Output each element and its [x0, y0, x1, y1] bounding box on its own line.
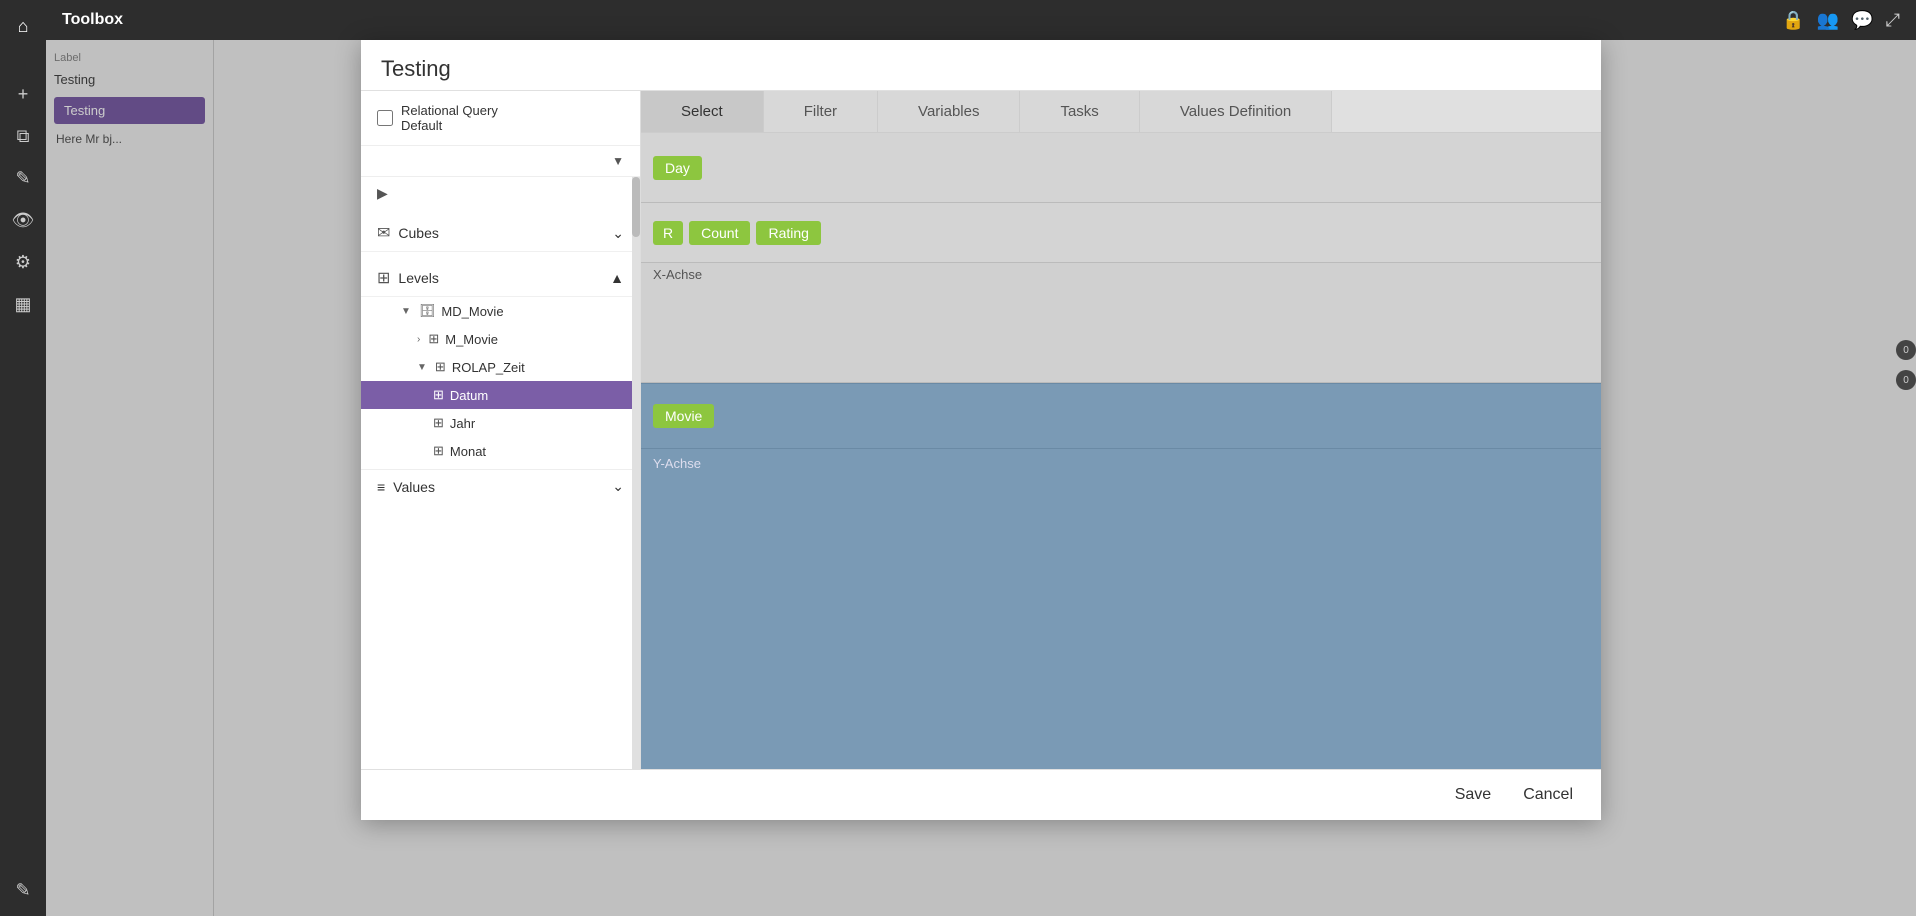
levels-section-header[interactable]: ⊞ Levels ▲ — [361, 260, 640, 297]
expand-icon[interactable]: ⤢ — [1886, 10, 1900, 31]
dialog-right-pane: Select Filter Variables Tasks — [641, 91, 1601, 769]
values-section-icon: ≡ — [377, 479, 385, 495]
left-arrow-row: ▶ — [361, 177, 640, 211]
sidebar-gear-icon[interactable]: ⚙ — [5, 244, 41, 280]
x-achse-zone: X-Achse — [641, 263, 1601, 383]
dialog-left-scroll[interactable]: ▶ ✉ Cubes ⌄ — [361, 177, 640, 769]
sidebar-chart-icon[interactable]: ▦ — [5, 286, 41, 322]
tab-select[interactable]: Select — [641, 91, 764, 132]
datum-icon: ⊞ — [433, 387, 444, 403]
m-movie-expand-icon: › — [417, 334, 420, 345]
sidebar-eye-icon[interactable]: 👁 — [5, 202, 41, 238]
values-expand-icon: ⌄ — [612, 478, 624, 495]
tree-item-rolap-zeit[interactable]: ▼ ⊞ ROLAP_Zeit — [361, 353, 640, 381]
bottom-area: Movie Y-Achse — [641, 383, 1601, 769]
tree-item-monat[interactable]: ⊞ Monat — [361, 437, 640, 465]
dialog-left-pane: Relational QueryDefault ▼ ▶ — [361, 91, 641, 769]
levels-section-title: ⊞ Levels — [377, 268, 439, 288]
m-movie-label: M_Movie — [445, 332, 498, 347]
day-chip[interactable]: Day — [653, 156, 702, 180]
monat-label: Monat — [450, 444, 486, 459]
lock-icon[interactable]: 🔒 — [1782, 10, 1804, 31]
scroll-thumb — [632, 177, 640, 237]
y-achse-zone: Y-Achse — [641, 449, 1601, 769]
relational-query-checkbox[interactable] — [377, 110, 393, 126]
values-section-header[interactable]: ≡ Values ⌄ — [361, 469, 640, 503]
scroll-track — [632, 177, 640, 769]
content-area: Day R Count Rating — [641, 133, 1601, 769]
tab-tasks[interactable]: Tasks — [1020, 91, 1139, 132]
jahr-label: Jahr — [450, 416, 475, 431]
app-title: Toolbox — [62, 11, 123, 29]
tree-item-jahr[interactable]: ⊞ Jahr — [361, 409, 640, 437]
cancel-button[interactable]: Cancel — [1515, 782, 1581, 808]
y-achse-label: Y-Achse — [653, 456, 701, 471]
chat-icon[interactable]: 💬 — [1851, 10, 1873, 31]
tabs-bar: Select Filter Variables Tasks — [641, 91, 1601, 133]
jahr-icon: ⊞ — [433, 415, 444, 431]
md-movie-db-icon: 🗄 — [419, 303, 436, 319]
m-movie-icon: ⊞ — [428, 331, 439, 347]
values-label: Values — [393, 479, 435, 495]
r-chip[interactable]: R — [653, 221, 683, 245]
cubes-section-title: ✉ Cubes — [377, 223, 439, 243]
dialog: Testing Relational QueryDefault — [361, 40, 1601, 820]
sidebar-add-icon[interactable]: + — [5, 76, 41, 112]
x-achse-label: X-Achse — [653, 267, 1589, 282]
dropdown-arrow-icon: ▼ — [612, 154, 624, 168]
cubes-icon: ✉ — [377, 223, 390, 243]
tab-variables[interactable]: Variables — [878, 91, 1020, 132]
top-bar: Toolbox 🔒 👥 💬 ⤢ — [46, 0, 1916, 40]
panel-area: Label Testing Testing Here Mr bj... Test… — [46, 40, 1916, 916]
cubes-section: ✉ Cubes ⌄ — [361, 211, 640, 256]
tab-filter[interactable]: Filter — [764, 91, 878, 132]
md-movie-expand-icon: ▼ — [401, 306, 411, 317]
dialog-footer: Save Cancel — [361, 769, 1601, 820]
relational-query-label: Relational QueryDefault — [401, 103, 498, 133]
movie-chip[interactable]: Movie — [653, 404, 714, 428]
md-movie-label: MD_Movie — [441, 304, 503, 319]
rating-chip[interactable]: Rating — [756, 221, 820, 245]
tree-item-m-movie[interactable]: › ⊞ M_Movie — [361, 325, 640, 353]
right-arrow-icon: ▶ — [377, 185, 388, 201]
sidebar-copy-icon[interactable]: ⧉ — [5, 118, 41, 154]
datum-label: Datum — [450, 388, 488, 403]
rolap-expand-icon: ▼ — [417, 362, 427, 373]
dialog-overlay: Testing Relational QueryDefault — [46, 40, 1916, 916]
monat-icon: ⊞ — [433, 443, 444, 459]
sidebar-edit-icon[interactable]: ✎ — [5, 160, 41, 196]
dialog-body: Relational QueryDefault ▼ ▶ — [361, 91, 1601, 769]
count-chip[interactable]: Count — [689, 221, 750, 245]
left-sidebar: ⌂ + ⧉ ✎ 👁 ⚙ ▦ ✎ — [0, 0, 46, 916]
dialog-left-top: Relational QueryDefault — [361, 91, 640, 146]
middle-drop-zone[interactable]: R Count Rating — [641, 203, 1601, 263]
tree-item-datum[interactable]: ⊞ Datum — [361, 381, 640, 409]
users-icon[interactable]: 👥 — [1817, 10, 1839, 31]
dialog-title: Testing — [381, 56, 451, 81]
dropdown-row[interactable]: ▼ — [361, 146, 640, 177]
levels-section: ⊞ Levels ▲ ▼ 🗄 MD_Movie — [361, 256, 640, 469]
top-drop-zone[interactable]: Day — [641, 133, 1601, 203]
main-area: Toolbox 🔒 👥 💬 ⤢ Label Testing Testing He… — [46, 0, 1916, 916]
levels-icon: ⊞ — [377, 268, 390, 288]
rolap-icon: ⊞ — [435, 359, 446, 375]
levels-expand-icon: ▲ — [610, 270, 624, 286]
levels-label: Levels — [398, 270, 438, 286]
sidebar-pen-icon[interactable]: ✎ — [5, 872, 41, 908]
cubes-label: Cubes — [398, 225, 438, 241]
top-bar-icons: 🔒 👥 💬 ⤢ — [1782, 10, 1900, 31]
movie-row: Movie — [641, 384, 1601, 449]
save-button[interactable]: Save — [1447, 782, 1499, 808]
dialog-header: Testing — [361, 40, 1601, 91]
cubes-section-header[interactable]: ✉ Cubes ⌄ — [361, 215, 640, 252]
tab-values-definition[interactable]: Values Definition — [1140, 91, 1332, 132]
rolap-label: ROLAP_Zeit — [452, 360, 525, 375]
tree-item-md-movie[interactable]: ▼ 🗄 MD_Movie — [361, 297, 640, 325]
relational-query-checkbox-row[interactable]: Relational QueryDefault — [377, 103, 624, 133]
cubes-expand-icon: ⌄ — [612, 225, 624, 242]
sidebar-home-icon[interactable]: ⌂ — [5, 8, 41, 44]
